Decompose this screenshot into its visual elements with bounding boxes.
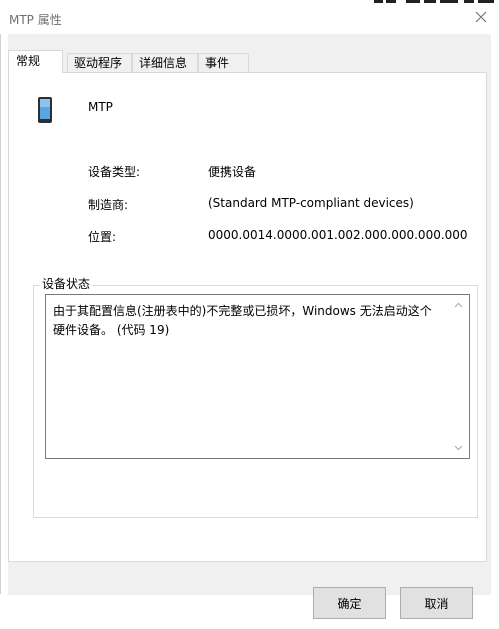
tab-driver[interactable]: 驱动程序 (67, 53, 132, 72)
tab-general[interactable]: 常规 (8, 50, 63, 73)
ok-button[interactable]: 确定 (313, 587, 386, 619)
device-type-value: 便携设备 (208, 165, 257, 179)
cancel-button[interactable]: 取消 (400, 587, 473, 619)
device-name: MTP (88, 100, 113, 114)
scroll-up-icon[interactable] (454, 302, 463, 308)
manufacturer-value: (Standard MTP-compliant devices) (208, 196, 414, 210)
location-value: 0000.0014.0000.001.002.000.000.000.000 (208, 228, 468, 242)
portable-device-icon (38, 97, 52, 123)
close-icon (475, 11, 487, 23)
tab-events[interactable]: 事件 (198, 53, 249, 72)
title-bar[interactable]: MTP 属性 (0, 0, 499, 34)
tab-details[interactable]: 详细信息 (132, 53, 198, 72)
device-type-label: 设备类型: (88, 165, 141, 179)
device-status-title: 设备状态 (40, 275, 93, 292)
location-label: 位置: (88, 230, 117, 244)
window-edge (0, 34, 1, 594)
close-button[interactable] (463, 0, 499, 34)
properties-dialog: MTP 属性 常规 驱动程序 详细信息 事件 MTP 设备类型: 便携设备 制造… (0, 0, 499, 629)
manufacturer-label: 制造商: (88, 198, 129, 212)
device-status-textbox[interactable]: 由于其配置信息(注册表中的)不完整或已损坏，Windows 无法启动这个硬件设备… (45, 294, 470, 459)
scroll-down-icon[interactable] (454, 445, 463, 451)
window-title: MTP 属性 (9, 13, 62, 27)
device-status-message: 由于其配置信息(注册表中的)不完整或已损坏，Windows 无法启动这个硬件设备… (53, 304, 432, 337)
